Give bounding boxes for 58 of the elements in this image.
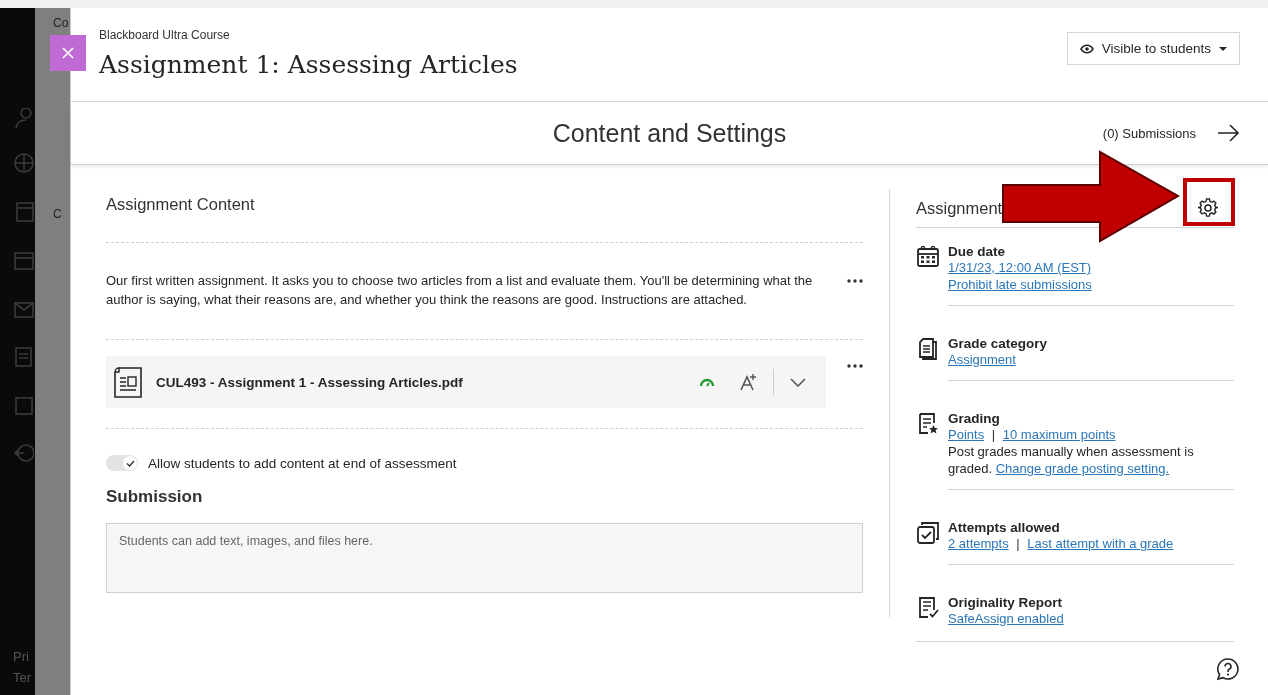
ai-assist-button[interactable] [739, 373, 757, 391]
settings-button[interactable] [1198, 198, 1218, 218]
detail-title: Grading [948, 411, 1001, 426]
checkbox-icon [916, 520, 940, 544]
highlight-box [1183, 178, 1235, 226]
arrow-right-icon[interactable] [1218, 124, 1240, 142]
chevron-down-icon [790, 377, 806, 387]
settings-icon [1198, 198, 1218, 218]
submissions-count: (0) Submissions [1102, 125, 1196, 141]
detail-link[interactable]: Change grade posting setting. [995, 461, 1170, 476]
page-title: Co [53, 16, 69, 30]
details-heading: Assignment [916, 198, 1003, 218]
detail-link[interactable]: Points [948, 427, 985, 442]
footer-link[interactable]: Ter [0, 670, 35, 685]
check-icon [125, 459, 135, 467]
detail-link[interactable]: Assignment [948, 352, 1016, 367]
toggle-switch[interactable] [106, 455, 138, 471]
expand-button[interactable] [790, 377, 806, 387]
ellipsis-icon [847, 279, 863, 283]
help-icon [1216, 657, 1240, 681]
detail-title: Attempts allowed [948, 520, 1061, 535]
visibility-dropdown[interactable]: Visible to students [1066, 32, 1240, 65]
sparkle-icon [739, 373, 757, 391]
eye-icon [1079, 43, 1094, 54]
ellipsis-icon [847, 364, 863, 368]
detail-link[interactable]: 1/31/23, 12:00 AM (EST) [948, 260, 1092, 275]
close-icon [62, 47, 74, 59]
caret-icon [1219, 46, 1227, 51]
attachment-name[interactable]: CUL493 - Assignment 1 - Assessing Articles.pdf [156, 374, 699, 390]
assignment-description: Our first written assignment. It asks you to choose two articles from a list and evaluate them. You'll be determining what the author is saying, what their reasons are, and whether you think the reasons are good. Instructions are attached. [106, 272, 814, 309]
detail-title: Due date [948, 244, 1006, 259]
document-icon [916, 336, 940, 360]
submission-field[interactable]: Students can add text, images, and files here. [106, 523, 863, 593]
grading-icon [916, 411, 940, 435]
section-title: C [53, 207, 62, 221]
help-button[interactable] [1216, 657, 1240, 681]
detail-link[interactable]: 2 attempts [948, 536, 1009, 551]
detail-title: Grade category [948, 336, 1049, 351]
detail-link[interactable]: Prohibit late submissions [948, 277, 1092, 292]
gauge-icon [699, 377, 715, 387]
content-heading: Assignment Content [106, 195, 256, 214]
detail-title: Originality Report [948, 595, 1063, 610]
section-heading: Content and Settings [552, 118, 787, 148]
detail-link[interactable]: Last attempt with a grade [1027, 536, 1174, 551]
toggle-label: Allow students to add content at end of assessment [148, 455, 457, 471]
document-icon [112, 365, 144, 399]
footer-link[interactable]: Pri [0, 649, 35, 664]
detail-link[interactable]: SafeAssign enabled [948, 611, 1064, 626]
detail-text: 2 attempts | Last attempt with a grade [948, 535, 1175, 552]
detail-text: Post grades manually when assessment is graded. Change grade posting setting. [948, 443, 1195, 477]
detail-text: Points | 10 maximum points [948, 426, 1117, 443]
assignment-title: Assignment 1: Assessing Articles [99, 50, 518, 79]
submission-heading: Submission [106, 487, 204, 507]
checklist-icon [916, 595, 940, 619]
course-name: Blackboard Ultra Course [99, 28, 231, 42]
attachment-row[interactable]: CUL493 - Assignment 1 - Assessing Articles.pdf [106, 356, 826, 408]
calendar-icon [916, 244, 940, 268]
detail-link[interactable]: 10 maximum points [1002, 427, 1116, 442]
